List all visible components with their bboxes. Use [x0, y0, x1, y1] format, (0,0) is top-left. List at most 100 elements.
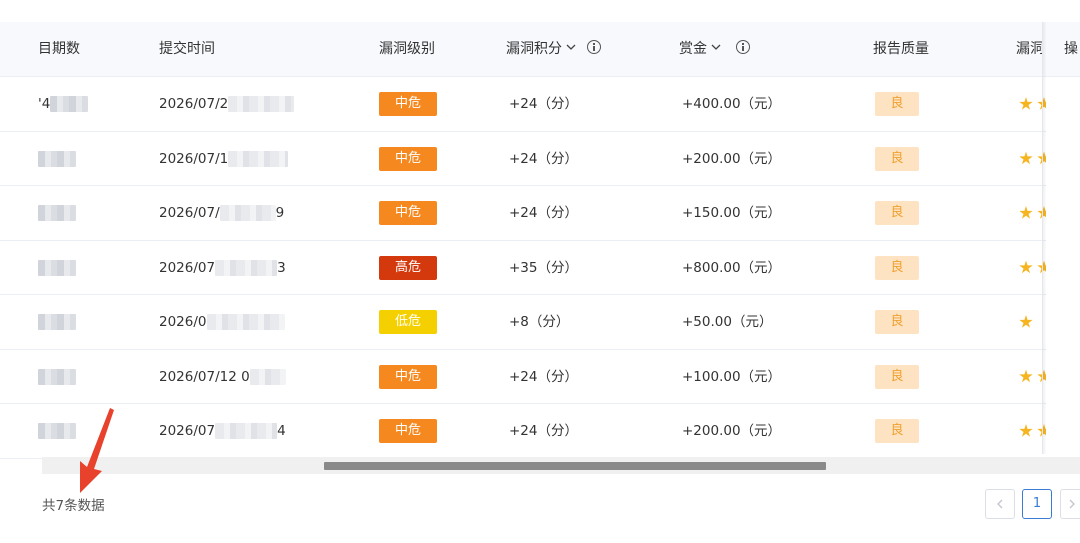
prev-page-button[interactable]: [985, 489, 1015, 519]
redacted-time: [219, 205, 276, 221]
row-points: +35（分）: [509, 259, 578, 276]
level-badge: 中危: [379, 364, 437, 389]
row-bounty: +150.00（元）: [682, 205, 782, 221]
quality-badge: 良: [875, 146, 919, 171]
level-badge: 中危: [379, 92, 437, 116]
header-operation: 操: [1046, 22, 1080, 77]
row-points: +24（分）: [509, 423, 578, 439]
header-period: 目期数: [38, 41, 80, 57]
row-time-cell: 2026/07/2: [159, 77, 295, 131]
chevron-right-icon: [1069, 499, 1075, 508]
row-bounty: +100.00（元）: [682, 368, 782, 385]
redacted-id: [38, 205, 76, 221]
row-level-cell: 中危: [379, 350, 437, 404]
row-time-text: 2026/07/1: [159, 150, 229, 167]
row-level-cell: 中危: [379, 132, 437, 186]
star-icon: [1019, 424, 1033, 437]
star-icon: [1019, 97, 1033, 110]
level-badge: 中危: [379, 419, 437, 443]
quality-badge: 良: [875, 255, 919, 280]
row-points: +24（分）: [509, 205, 578, 221]
row-points: +24（分）: [509, 96, 578, 112]
redacted-time: [215, 259, 278, 276]
level-badge: 低危: [379, 310, 437, 334]
level-badge: 中危: [379, 146, 437, 171]
table-row[interactable]: 2026/07/9 中危 +24（分） +150.00（元） 良: [0, 186, 1080, 241]
row-quality-cell: 良: [875, 186, 919, 240]
row-time-cell: 2026/07/12 0: [159, 350, 286, 404]
row-time-text: 2026/07/12 0: [159, 368, 250, 385]
row-id-cell: '4: [38, 77, 89, 131]
table-row[interactable]: 2026/07/1 中危 +24（分） +200.00（元） 良: [0, 131, 1080, 186]
header-bounty[interactable]: 赏金: [679, 22, 750, 77]
row-points: +8（分）: [509, 314, 570, 330]
redacted-time: [249, 368, 286, 385]
level-badge: 高危: [379, 255, 437, 280]
redacted-id: [38, 150, 76, 167]
row-id-text: '4: [38, 96, 51, 112]
row-level-cell: 中危: [379, 404, 437, 458]
row-time-text: 2026/07: [159, 259, 216, 276]
row-time-text: 2026/07/2: [159, 96, 229, 112]
row-time-cell: 2026/07/1: [159, 132, 289, 186]
star-icon: [1019, 369, 1033, 383]
table-row[interactable]: '4 2026/07/2 中危 +24（分） +400.00（元） 良: [0, 77, 1080, 132]
star-icon: [1019, 206, 1033, 219]
quality-badge: 良: [875, 92, 919, 116]
row-quality-cell: 良: [875, 350, 919, 404]
row-time-cell: 2026/07/9: [159, 186, 284, 240]
row-bounty: +200.00（元）: [682, 150, 782, 167]
row-level-cell: 中危: [379, 77, 437, 131]
next-page-button[interactable]: [1060, 489, 1080, 519]
header-operation-label: 操: [1064, 41, 1078, 57]
row-level-cell: 高危: [379, 241, 437, 295]
redacted-id: [38, 259, 76, 276]
row-quality-cell: 良: [875, 77, 919, 131]
table-row[interactable]: 2026/07/12 0 中危 +24（分） +100.00（元） 良: [0, 349, 1080, 404]
redacted-time: [206, 314, 285, 330]
quality-badge: 良: [875, 201, 919, 225]
row-bounty: +50.00（元）: [682, 314, 773, 330]
row-time-cell: 2026/0: [159, 295, 285, 349]
row-id-cell: [38, 295, 76, 349]
row-bounty: +200.00（元）: [682, 423, 782, 439]
row-quality-cell: 良: [875, 241, 919, 295]
table-row[interactable]: 2026/0 低危 +8（分） +50.00（元） 良: [0, 295, 1080, 350]
table-row[interactable]: 2026/07 3 高危 +35（分） +800.00（元） 良: [0, 240, 1080, 295]
row-level-cell: 中危: [379, 186, 437, 240]
info-icon[interactable]: [587, 40, 601, 54]
star-icon: [1019, 315, 1033, 328]
level-badge: 中危: [379, 201, 437, 225]
star-icon: [1019, 260, 1033, 274]
table-row[interactable]: 2026/07 4 中危 +24（分） +200.00（元） 良: [0, 404, 1080, 459]
redacted-id: [38, 314, 76, 330]
horizontal-scrollbar[interactable]: [42, 457, 1080, 474]
row-bounty: +400.00（元）: [682, 96, 782, 112]
page-1-button[interactable]: 1: [1022, 489, 1052, 519]
row-time-tail: 4: [277, 423, 286, 439]
header-vuln-partial: 漏洞: [1016, 41, 1044, 57]
bug-report-table: 目期数 提交时间 漏洞级别 漏洞积分 赏金 报告质量 漏洞 '4 2026/07…: [0, 0, 1080, 475]
row-id-cell: [38, 186, 76, 240]
scrollbar-thumb[interactable]: [324, 462, 826, 470]
header-points[interactable]: 漏洞积分: [506, 22, 601, 77]
row-id-cell: [38, 241, 76, 295]
info-icon[interactable]: [736, 40, 750, 54]
redacted-id: [50, 96, 89, 112]
header-submit-time: 提交时间: [159, 41, 215, 57]
header-points-label: 漏洞积分: [506, 41, 562, 57]
quality-badge: 良: [875, 364, 919, 389]
chevron-down-icon[interactable]: [565, 41, 577, 53]
chevron-down-icon[interactable]: [710, 41, 722, 53]
row-level-cell: 低危: [379, 295, 437, 349]
row-time-cell: 2026/07 4: [159, 404, 286, 458]
table-header: 目期数 提交时间 漏洞级别 漏洞积分 赏金 报告质量 漏洞: [0, 22, 1080, 77]
redacted-time: [228, 150, 289, 167]
fixed-operation-column: 操: [1046, 22, 1080, 454]
row-id-cell: [38, 350, 76, 404]
row-quality-cell: 良: [875, 132, 919, 186]
row-quality-cell: 良: [875, 404, 919, 458]
quality-badge: 良: [875, 419, 919, 443]
star-icon: [1019, 151, 1033, 165]
redacted-time: [215, 423, 278, 439]
